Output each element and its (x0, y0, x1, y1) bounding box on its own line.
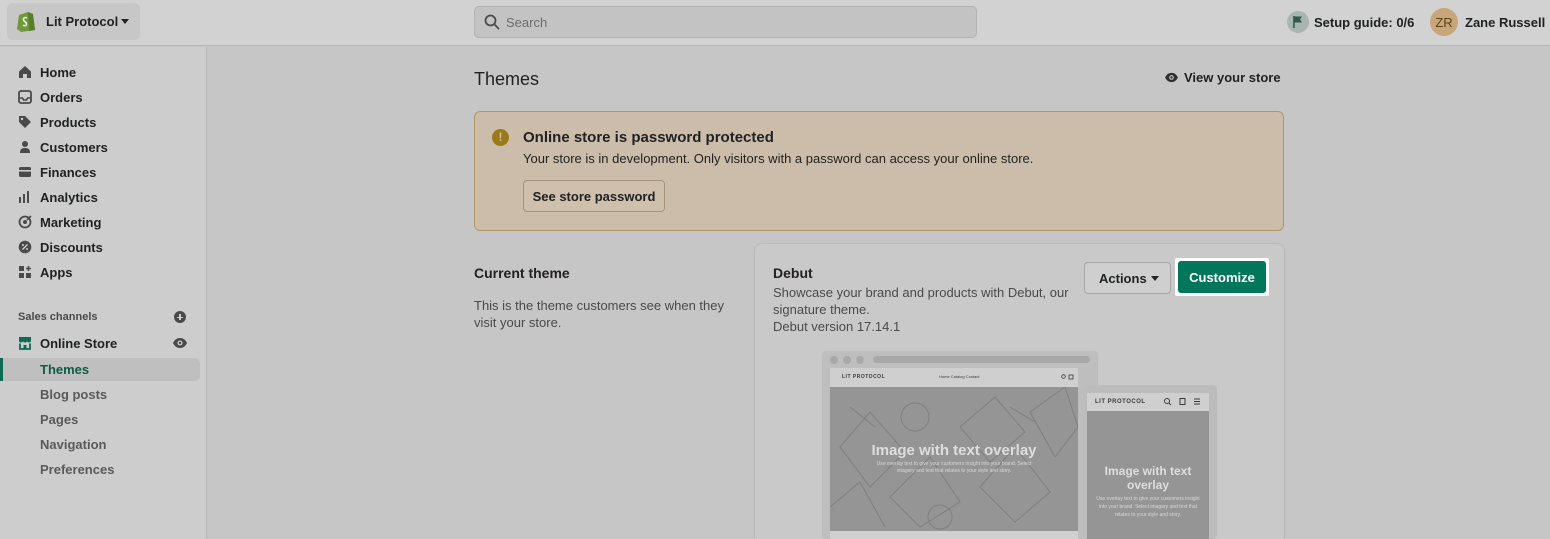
flag-icon (1287, 11, 1309, 33)
sidebar-subitem-preferences[interactable]: Preferences (0, 458, 200, 481)
page-title: Themes (474, 69, 540, 89)
sidebar-subitem-label: Themes (40, 362, 90, 377)
eye-icon[interactable] (172, 337, 188, 349)
customize-focus-ring: Customize (1175, 258, 1269, 296)
desktop-preview: LIT PROTOCOL Home Catalog Contact Image … (830, 368, 1078, 539)
sidebar-item-label: Discounts (40, 240, 103, 255)
top-bar: Lit Protocol Setup guide: 0/6 ZR Zane Ru… (0, 0, 1550, 46)
apps-icon (19, 266, 31, 278)
password-banner: ! Online store is password protected You… (474, 111, 1284, 231)
theme-name: Debut (773, 265, 813, 281)
sidebar-item-products[interactable]: Products (0, 110, 206, 135)
sidebar-subitem-label: Navigation (40, 437, 107, 452)
current-theme-description: This is the theme customers see when the… (474, 298, 725, 330)
preview-header: LIT PROTOCOL Home Catalog Contact (830, 368, 1078, 386)
sidebar-item-label: Apps (40, 265, 73, 280)
search-cart-icon (1061, 374, 1074, 380)
view-store-link[interactable]: View your store (1164, 70, 1281, 85)
sidebar-item-home[interactable]: Home (0, 60, 206, 85)
sidebar-item-marketing[interactable]: Marketing (0, 210, 206, 235)
sidebar-item-label: Customers (40, 140, 108, 155)
tag-icon (19, 116, 31, 128)
preview-logo: LIT PROTOCOL (1095, 399, 1146, 405)
warning-icon: ! (492, 129, 509, 146)
sales-channels-heading: Sales channels (18, 311, 98, 323)
current-theme-heading: Current theme (474, 265, 570, 281)
preview-hero-image: Image with text overlay Use overlay text… (830, 387, 1078, 531)
preview-logo: LIT PROTOCOL (842, 374, 886, 380)
sidebar-item-finances[interactable]: Finances (0, 160, 206, 185)
window-dot (830, 356, 838, 364)
sidebar-item-label: Orders (40, 90, 83, 105)
url-bar (873, 356, 1090, 363)
finances-icon (19, 167, 31, 177)
window-dot (843, 356, 851, 364)
preview-hero-title: Image with text overlay (871, 442, 1037, 459)
sidebar-item-label: Analytics (40, 190, 98, 205)
shopify-logo-icon (17, 12, 35, 32)
sidebar-subitem-label: Blog posts (40, 387, 108, 402)
theme-version: Debut version 17.14.1 (773, 319, 901, 334)
theme-description: Showcase your brand and products with De… (773, 285, 1069, 317)
view-store-label: View your store (1184, 70, 1281, 85)
sidebar-subitem-themes[interactable]: Themes (0, 358, 200, 381)
preview-hero-subtitle: Use overlay text to give your customers … (1096, 496, 1200, 518)
home-icon (19, 66, 31, 78)
mobile-preview: LIT PROTOCOL Image with text overlay Use… (1087, 393, 1209, 539)
preview-hero-subtitle: Use overlay text to give your customers … (876, 461, 1032, 474)
pattern-illustration (830, 387, 1078, 530)
eye-icon (1165, 72, 1178, 83)
sidebar-item-analytics[interactable]: Analytics (0, 185, 206, 210)
store-icon (19, 337, 31, 350)
sidebar-item-apps[interactable]: Apps (0, 260, 206, 285)
avatar: ZR (1430, 8, 1458, 36)
add-channel-icon[interactable] (174, 311, 186, 323)
user-menu[interactable]: ZR Zane Russell (1430, 8, 1545, 36)
search-icon (484, 14, 500, 30)
search-input[interactable] (506, 7, 966, 37)
chevron-down-icon (1151, 276, 1159, 281)
sidebar-item-discounts[interactable]: Discounts (0, 235, 206, 260)
bar-chart-icon (19, 191, 29, 203)
preview-nav-links: Home Catalog Contact (939, 374, 980, 379)
actions-label: Actions (1099, 270, 1147, 286)
setup-guide-button[interactable]: Setup guide: 0/6 (1287, 10, 1414, 34)
sidebar-subitem-label: Preferences (40, 462, 115, 477)
sidebar-item-label: Finances (40, 165, 97, 180)
banner-text: Your store is in development. Only visit… (523, 151, 1034, 166)
search-bar[interactable] (474, 6, 977, 38)
actions-button[interactable]: Actions (1084, 262, 1171, 294)
sidebar-subitem-label: Pages (40, 412, 79, 427)
window-dot (856, 356, 864, 364)
sidebar-item-orders[interactable]: Orders (0, 85, 206, 110)
sidebar-subitem-blog-posts[interactable]: Blog posts (0, 383, 200, 406)
sidebar-item-label: Online Store (40, 336, 118, 351)
browser-bar (822, 351, 1098, 367)
sidebar-item-label: Home (40, 65, 77, 80)
sidebar-subitem-pages[interactable]: Pages (0, 408, 200, 431)
chevron-down-icon (121, 19, 129, 24)
preview-hero-image: Image with text overlay Use overlay text… (1087, 411, 1209, 539)
see-store-password-button[interactable]: See store password (523, 180, 665, 212)
sidebar-subitem-navigation[interactable]: Navigation (0, 433, 200, 456)
store-switcher[interactable]: Lit Protocol (7, 3, 140, 40)
customize-button[interactable]: Customize (1178, 261, 1266, 293)
sidebar: Home Orders Products Customers Finances … (0, 47, 207, 539)
user-name: Zane Russell (1465, 14, 1546, 30)
target-icon (18, 215, 32, 229)
orders-icon (18, 90, 32, 104)
discount-icon (18, 240, 32, 254)
sidebar-item-customers[interactable]: Customers (0, 135, 206, 160)
person-icon (20, 141, 30, 153)
banner-title: Online store is password protected (523, 129, 774, 146)
search-cart-menu-icon (1164, 398, 1200, 406)
sidebar-item-label: Products (40, 115, 97, 130)
store-name: Lit Protocol (46, 14, 119, 29)
setup-guide-label: Setup guide: 0/6 (1314, 14, 1415, 30)
sidebar-item-label: Marketing (40, 215, 102, 230)
preview-hero-title: Image with text overlay (1104, 464, 1192, 492)
